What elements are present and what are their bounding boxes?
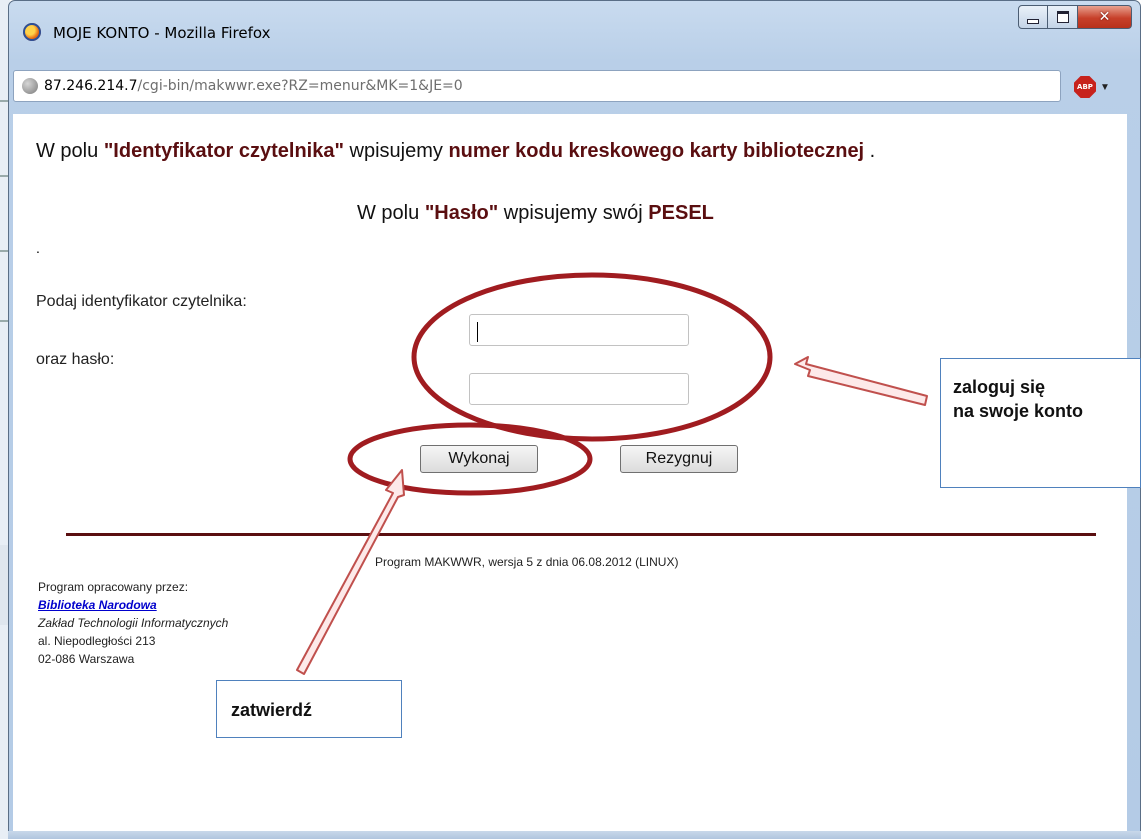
divider	[66, 533, 1096, 536]
stray-dot: .	[36, 240, 40, 256]
address-text[interactable]: 87.246.214.7/cgi-bin/makwwr.exe?RZ=menur…	[44, 78, 463, 94]
globe-icon[interactable]	[22, 78, 38, 94]
cancel-button[interactable]: Rezygnuj	[620, 445, 738, 473]
reader-id-label: Podaj identyfikator czytelnika:	[36, 293, 247, 310]
address-bar[interactable]: 87.246.214.7/cgi-bin/makwwr.exe?RZ=menur…	[13, 70, 1061, 102]
developed-by-label: Program opracowany przez:	[38, 580, 189, 594]
address-city: 02-086 Warszawa	[38, 652, 135, 666]
firefox-icon[interactable]	[23, 23, 41, 41]
footer-credits: Program opracowany przez: Biblioteka Nar…	[38, 578, 228, 668]
submit-button[interactable]: Wykonaj	[420, 445, 538, 473]
caption-buttons: ✕	[1018, 5, 1132, 31]
maximize-icon	[1056, 11, 1069, 23]
library-link[interactable]: Biblioteka Narodowa	[38, 598, 157, 612]
close-button[interactable]: ✕	[1078, 5, 1132, 29]
title-bar[interactable]: MOJE KONTO - Mozilla Firefox ✕	[9, 1, 1140, 59]
password-label: oraz hasło:	[36, 351, 115, 368]
window-bottom-border	[8, 831, 1141, 839]
instruction-password: W polu "Hasło" wpisujemy swój PESEL	[357, 202, 714, 224]
chevron-down-icon[interactable]: ▼	[1100, 82, 1110, 93]
minimize-icon	[1027, 18, 1039, 24]
reader-id-input[interactable]	[469, 314, 689, 346]
window-title: MOJE KONTO - Mozilla Firefox	[53, 24, 271, 42]
password-input[interactable]	[469, 373, 689, 405]
close-icon: ✕	[1098, 9, 1111, 25]
url-host: 87.246.214.7	[44, 78, 138, 94]
adblock-icon: ABP	[1074, 76, 1096, 98]
adblock-button[interactable]: ABP	[1074, 76, 1096, 98]
maximize-button[interactable]	[1048, 5, 1078, 29]
address-street: al. Niepodległości 213	[38, 634, 156, 648]
minimize-button[interactable]	[1018, 5, 1048, 29]
url-path: /cgi-bin/makwwr.exe?RZ=menur&MK=1&JE=0	[137, 78, 463, 94]
login-callout: zaloguj się na swoje konto	[940, 358, 1141, 488]
department-name: Zakład Technologii Informatycznych	[38, 616, 229, 630]
text-caret	[477, 322, 478, 342]
program-version-info: Program MAKWWR, wersja 5 z dnia 06.08.20…	[375, 555, 679, 569]
submit-callout: zatwierdź	[216, 680, 402, 738]
instruction-id: W polu "Identyfikator czytelnika" wpisuj…	[36, 140, 876, 162]
